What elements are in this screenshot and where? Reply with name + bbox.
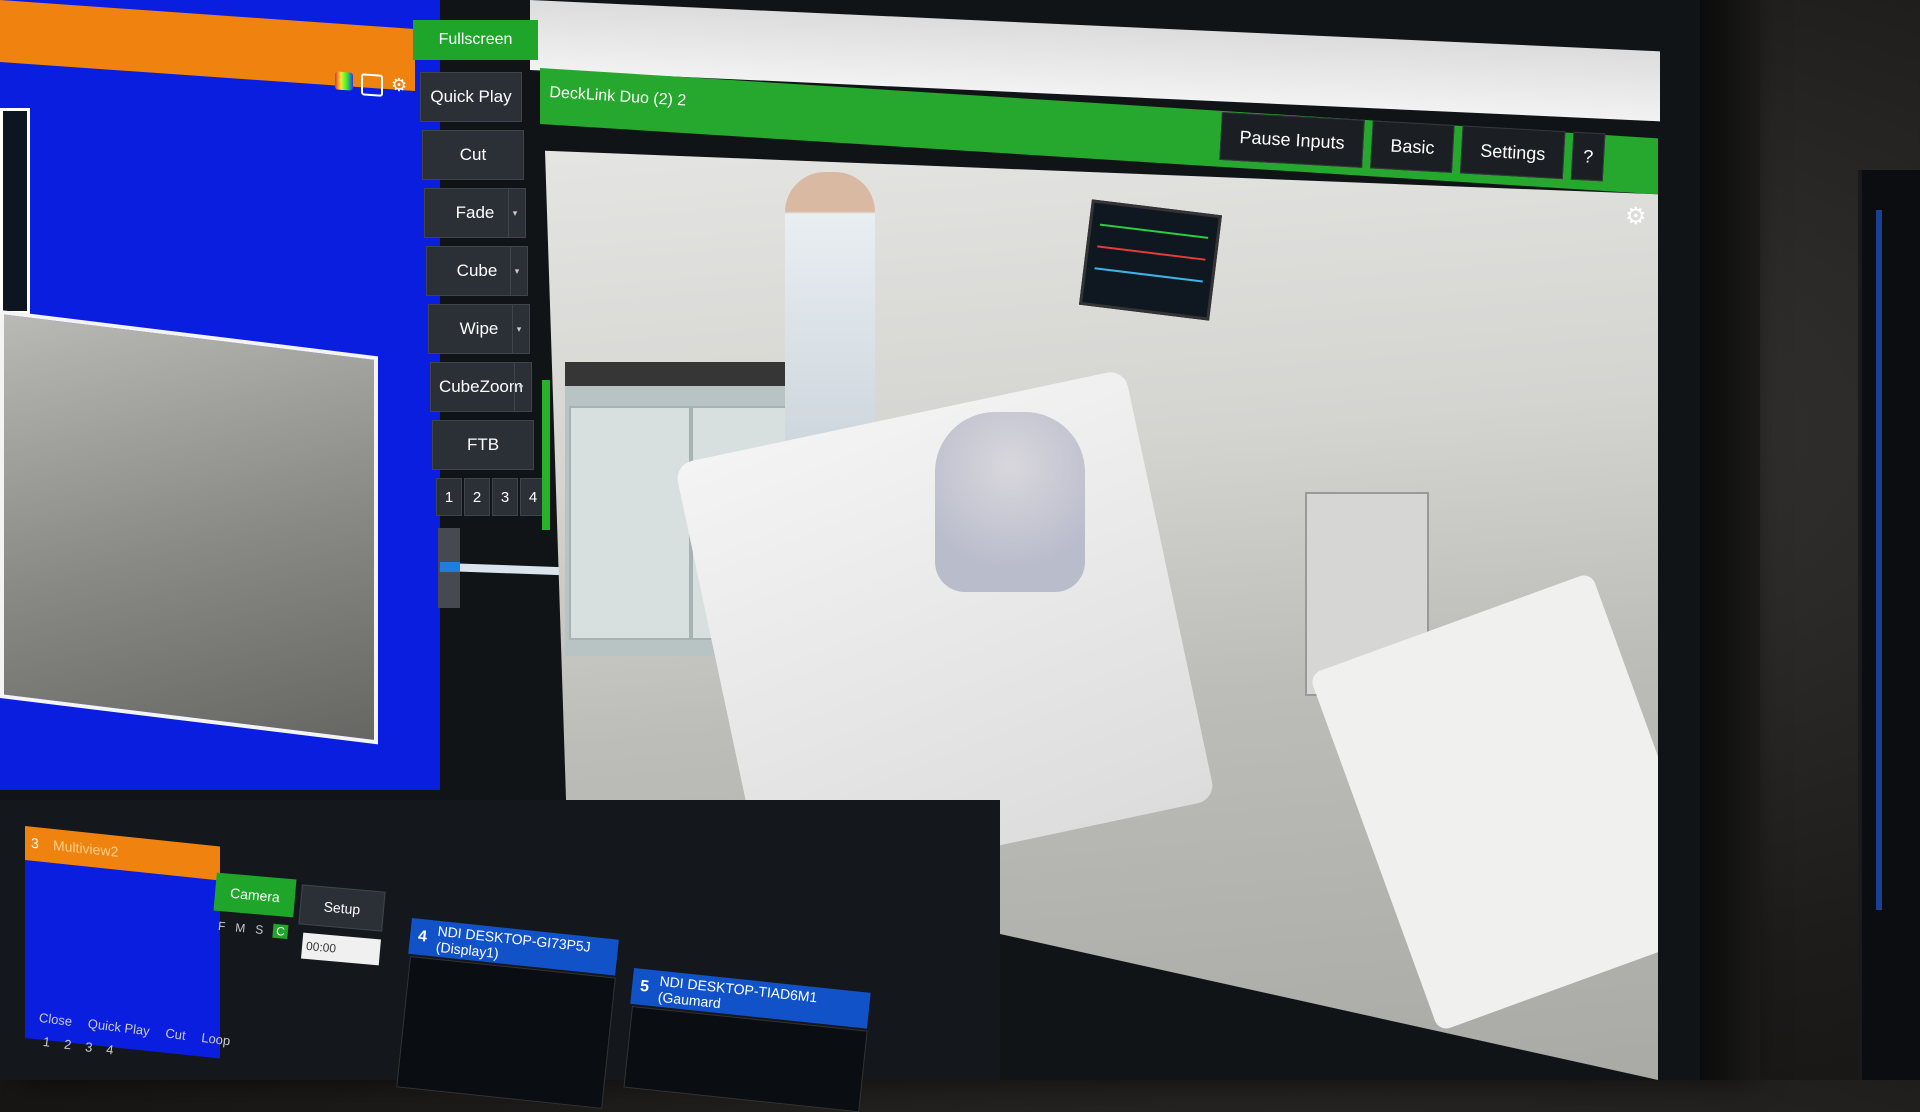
adjacent-monitor-edge [1876, 210, 1882, 910]
input-3-num-1[interactable]: 1 [42, 1034, 51, 1050]
cut-label: Cut [459, 145, 487, 164]
ftb-button[interactable]: FTB [432, 420, 534, 470]
transition-2-button[interactable]: 2 [464, 478, 490, 516]
preview-vitals-thumbnail [0, 108, 30, 314]
scene-cabinet-door [569, 406, 691, 640]
preview-camera-thumbnail [0, 310, 378, 745]
camera-label: Camera [229, 884, 281, 906]
vitals-wave-red [1097, 245, 1206, 261]
wipe-label: Wipe [459, 319, 499, 338]
vitals-wave-blue [1094, 267, 1203, 283]
t-bar-handle[interactable] [440, 562, 460, 572]
monitor-bezel [1700, 0, 1760, 1080]
monitor-screen: ⚙ Fullscreen Quick Play Cut Fade ▾ Cube ▾ … [0, 0, 1730, 1112]
audio-level-meter [542, 380, 550, 530]
fade-button[interactable]: Fade ▾ [424, 188, 526, 238]
chevron-down-icon[interactable]: ▾ [508, 189, 521, 237]
quick-play-button[interactable]: Quick Play [420, 72, 522, 122]
input-3-num-3[interactable]: 3 [84, 1039, 93, 1055]
input-3-number: 3 [31, 834, 39, 852]
cut-button[interactable]: Cut [422, 130, 524, 180]
chevron-down-icon[interactable]: ▾ [514, 363, 527, 411]
cube-label: Cube [456, 261, 498, 280]
input-3-name: Multiview2 [53, 836, 119, 860]
chevron-down-icon[interactable]: ▾ [510, 247, 523, 295]
wipe-button[interactable]: Wipe ▾ [428, 304, 530, 354]
output-gear-icon[interactable]: ⚙ [1625, 205, 1649, 229]
camera-button[interactable]: Camera [213, 872, 297, 918]
setup-label: Setup [323, 898, 361, 918]
cubezoom-label: CubeZoom [438, 377, 524, 396]
transition-1-button[interactable]: 1 [436, 478, 462, 516]
flag-f[interactable]: F [218, 919, 227, 934]
fade-label: Fade [455, 203, 495, 222]
flag-m[interactable]: M [235, 920, 246, 935]
input-5-number: 5 [639, 977, 650, 996]
transition-3-button[interactable]: 3 [492, 478, 518, 516]
scene-vitals-monitor [1079, 199, 1222, 321]
quick-play-label: Quick Play [430, 87, 512, 106]
scene-nurse [785, 172, 875, 452]
input-4-number: 4 [417, 927, 428, 946]
input-3-num-2[interactable]: 2 [63, 1037, 72, 1053]
help-button[interactable]: ? [1570, 131, 1606, 182]
setup-button[interactable]: Setup [298, 884, 386, 932]
transition-buttons: Quick Play Cut Fade ▾ Cube ▾ Wipe ▾ CubeZoo… [420, 20, 550, 780]
scene-patient [935, 412, 1085, 592]
flag-s[interactable]: S [255, 922, 264, 937]
pause-inputs-button[interactable]: Pause Inputs [1219, 112, 1365, 168]
color-bars-icon[interactable] [335, 71, 353, 91]
settings-button[interactable]: Settings [1460, 125, 1566, 180]
vitals-wave-green [1099, 223, 1209, 239]
cubezoom-button[interactable]: CubeZoom ▾ [430, 362, 532, 412]
input-4-preview[interactable] [396, 956, 616, 1109]
adjacent-monitor [1858, 170, 1920, 1080]
transition-number-row: 1 2 3 4 [436, 478, 546, 516]
chevron-down-icon[interactable]: ▾ [512, 305, 525, 353]
window-icon[interactable] [361, 73, 383, 97]
flag-c[interactable]: C [272, 923, 289, 940]
cube-button[interactable]: Cube ▾ [426, 246, 528, 296]
basic-button[interactable]: Basic [1370, 120, 1455, 173]
cut-input-button[interactable]: Cut [165, 1026, 187, 1043]
ftb-label: FTB [466, 435, 500, 454]
gear-icon[interactable]: ⚙ [391, 74, 409, 95]
